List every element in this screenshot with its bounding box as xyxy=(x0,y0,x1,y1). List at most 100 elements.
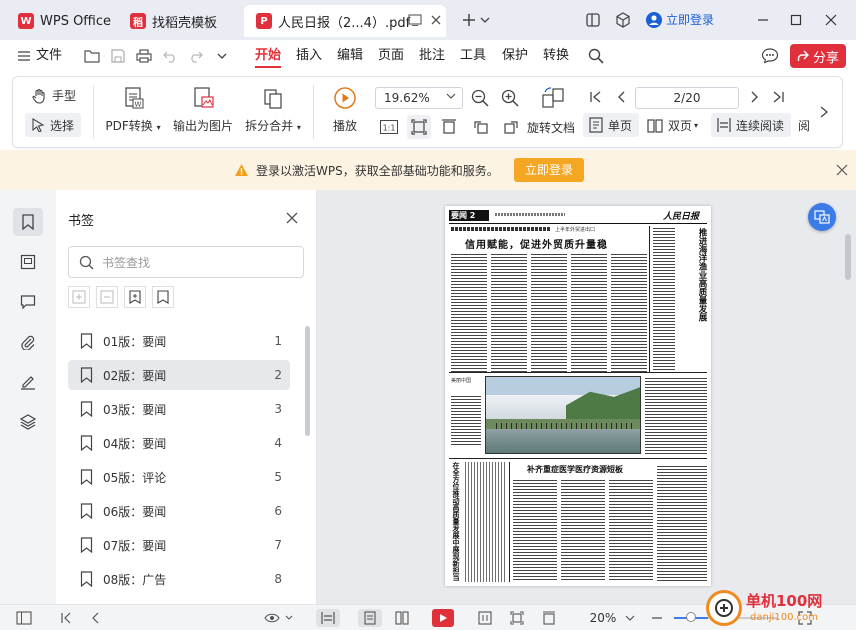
status-zoom-value[interactable]: 20% xyxy=(582,609,624,627)
sidebar-toggle-icon[interactable] xyxy=(580,8,606,32)
menu-annotate[interactable]: 批注 xyxy=(419,46,445,68)
bookmark-item[interactable]: 06版：要闻 6 xyxy=(68,496,290,526)
first-page-icon[interactable] xyxy=(589,90,603,104)
fit-page-icon[interactable] xyxy=(407,115,431,139)
hamburger-menu-icon[interactable] xyxy=(14,46,34,66)
close-window-icon[interactable] xyxy=(818,8,844,32)
status-first-page-icon[interactable] xyxy=(56,609,76,627)
add-bookmark-icon[interactable] xyxy=(124,286,146,308)
bookmark-panel-icon[interactable] xyxy=(13,208,43,236)
quick-access-chevron-icon[interactable] xyxy=(212,46,232,66)
bookmark-item[interactable]: 07版：要闻 7 xyxy=(68,530,290,560)
file-menu[interactable]: 文件 xyxy=(36,46,62,68)
next-page-icon[interactable] xyxy=(747,90,761,104)
status-zoom-chevron-icon[interactable] xyxy=(622,609,638,627)
menu-start[interactable]: 开始 xyxy=(255,46,282,68)
menu-convert[interactable]: 转换 xyxy=(543,46,569,68)
status-actual-size-icon[interactable] xyxy=(474,609,496,627)
menu-insert[interactable]: 插入 xyxy=(296,46,322,68)
close-notice-icon[interactable] xyxy=(836,164,848,176)
last-page-icon[interactable] xyxy=(771,90,785,104)
menu-tools[interactable]: 工具 xyxy=(460,46,486,68)
comment-panel-icon[interactable] xyxy=(13,288,43,316)
status-zoom-out-icon[interactable] xyxy=(648,609,666,627)
rotate-left-icon[interactable] xyxy=(471,117,491,137)
redo-icon[interactable] xyxy=(186,46,206,66)
zoom-in-icon[interactable] xyxy=(501,89,519,107)
delete-bookmark-icon[interactable] xyxy=(152,286,174,308)
maximize-icon[interactable] xyxy=(783,8,809,32)
thumbnail-panel-icon[interactable] xyxy=(13,248,43,276)
pdf-convert-button[interactable]: W PDF转换 ▾ xyxy=(103,85,163,134)
tab-pdf-document[interactable]: P 人民日报（2...4）.pdf xyxy=(244,5,446,37)
tab-list-chevron-icon[interactable] xyxy=(478,8,492,32)
attachment-panel-icon[interactable] xyxy=(13,328,43,356)
continuous-reading-button[interactable]: 连续阅读 xyxy=(711,113,791,137)
split-merge-button[interactable]: 拆分合并 ▾ xyxy=(243,85,303,134)
rotate-document-button[interactable]: 旋转文档 xyxy=(527,119,575,136)
hand-tool-button[interactable]: 手型 xyxy=(31,87,76,104)
close-panel-icon[interactable] xyxy=(286,212,298,224)
rotate-right-icon[interactable] xyxy=(501,117,521,137)
status-previous-page-icon[interactable] xyxy=(86,609,106,627)
signature-panel-icon[interactable] xyxy=(13,368,43,396)
play-button[interactable]: 播放 xyxy=(327,85,363,134)
close-tab-icon[interactable] xyxy=(430,14,442,26)
minimize-icon[interactable] xyxy=(750,8,776,32)
toggle-sidebar-icon[interactable] xyxy=(14,609,34,627)
menu-protect[interactable]: 保护 xyxy=(502,46,528,68)
zoom-select[interactable]: 19.62% xyxy=(375,87,463,109)
share-button[interactable]: 分享 xyxy=(790,44,846,68)
bookmark-list-scrollbar[interactable] xyxy=(305,326,310,436)
translate-float-button[interactable] xyxy=(808,203,836,231)
export-image-button[interactable]: 输出为图片 xyxy=(171,85,235,134)
read-mode-button[interactable]: 阅 xyxy=(798,117,810,134)
chat-icon[interactable] xyxy=(760,46,780,66)
expand-all-icon[interactable] xyxy=(68,286,90,308)
zoom-out-icon[interactable] xyxy=(471,89,489,107)
page-section-label: 要闻 2 xyxy=(449,210,489,221)
status-play-icon[interactable] xyxy=(432,609,454,627)
single-page-button[interactable]: 单页 xyxy=(583,113,639,137)
notice-login-button[interactable]: 立即登录 xyxy=(514,158,584,182)
menu-bar: 文件 开始 插入 编辑 页面 批注 工具 保护 转换 分享 xyxy=(0,40,856,72)
fit-width-icon[interactable] xyxy=(439,117,459,137)
layers-panel-icon[interactable] xyxy=(13,408,43,436)
bookmark-item[interactable]: 01版：要闻 1 xyxy=(68,326,290,356)
menu-edit[interactable]: 编辑 xyxy=(337,46,363,68)
tab-template[interactable]: 稻 找稻壳模板 xyxy=(118,5,242,37)
status-fit-width-icon[interactable] xyxy=(538,609,560,627)
bookmark-item[interactable]: 03版：要闻 3 xyxy=(68,394,290,424)
ribbon-scroll-right-icon[interactable] xyxy=(819,105,829,119)
collapse-all-icon[interactable] xyxy=(96,286,118,308)
document-scrollbar[interactable] xyxy=(845,234,851,280)
undo-icon[interactable] xyxy=(160,46,180,66)
double-page-button[interactable]: 双页 ▾ xyxy=(647,117,698,134)
menu-page[interactable]: 页面 xyxy=(378,46,404,68)
previous-page-icon[interactable] xyxy=(615,90,629,104)
bookmark-item[interactable]: 02版：要闻 2 xyxy=(68,360,290,390)
eye-protection-icon[interactable] xyxy=(262,609,296,627)
status-double-page-icon[interactable] xyxy=(390,609,414,627)
bookmark-item[interactable]: 04版：要闻 4 xyxy=(68,428,290,458)
restore-tab-icon[interactable] xyxy=(408,14,422,26)
pdf-file-icon: P xyxy=(256,13,272,29)
print-icon[interactable] xyxy=(134,46,154,66)
cube-icon[interactable] xyxy=(610,8,636,32)
login-link[interactable]: 立即登录 xyxy=(646,11,714,28)
actual-size-icon[interactable]: 1:1 xyxy=(379,117,399,137)
open-folder-icon[interactable] xyxy=(82,46,102,66)
zoom-slider-thumb[interactable] xyxy=(686,612,696,622)
status-fit-page-icon[interactable] xyxy=(506,609,528,627)
select-tool-button[interactable]: 选择 xyxy=(25,113,81,137)
search-icon[interactable] xyxy=(586,46,606,66)
bookmark-search-input[interactable]: 书签查找 xyxy=(68,246,304,278)
page-number-input[interactable]: 2/20 xyxy=(635,87,739,109)
bookmark-item[interactable]: 05版：评论 5 xyxy=(68,462,290,492)
status-single-page-icon[interactable] xyxy=(358,609,382,627)
tab-wps-office[interactable]: W WPS Office xyxy=(6,5,114,37)
bookmark-item[interactable]: 08版：广告 8 xyxy=(68,564,290,594)
tab-label: WPS Office xyxy=(40,13,112,29)
save-icon[interactable] xyxy=(108,46,128,66)
status-continuous-icon[interactable] xyxy=(316,609,340,627)
